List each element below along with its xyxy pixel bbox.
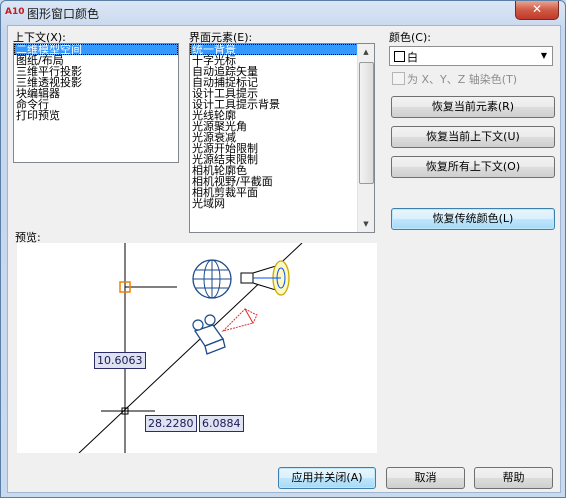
dialog-body: 上下文(X): 二维模型空间 图纸/布局 三维平行投影 三维透视投影 块编辑器 命令行 打印…	[7, 25, 561, 493]
close-button[interactable]: ✕	[515, 1, 559, 20]
globe-light-icon	[192, 259, 232, 299]
dialog-window: A10 图形窗口颜色 ✕ 上下文(X): 二维模型空间 图纸/布局 三维平行投影 三维…	[0, 0, 566, 498]
restore-classic-colors-button[interactable]: 恢复传统颜色(L)	[391, 208, 555, 230]
context-listbox[interactable]: 二维模型空间 图纸/布局 三维平行投影 三维透视投影 块编辑器 命令行 打印预览	[13, 43, 179, 163]
restore-current-context-button[interactable]: 恢复当前上下文(U)	[391, 126, 555, 148]
help-button[interactable]: 帮助	[474, 467, 553, 489]
interface-elements-listbox[interactable]: 统一背景 十字光标 自动追踪矢量 自动捕捉标记 设计工具提示 设计工具提示背景 光线轮廓 光源…	[189, 43, 375, 233]
scroll-thumb[interactable]	[359, 62, 374, 184]
spotlight-icon	[240, 260, 290, 296]
vertical-scrollbar[interactable]: ▲ ▼	[357, 44, 374, 232]
tint-axes-checkbox[interactable]	[392, 72, 405, 85]
dimension-input-2: 28.2280	[145, 415, 197, 432]
element-list-item[interactable]: 光域网	[190, 198, 374, 209]
color-swatch	[394, 51, 405, 62]
context-list-item[interactable]: 打印预览	[14, 110, 178, 121]
dimension-input-1: 10.6063	[94, 352, 146, 369]
tint-axes-label: 为 X、Y、Z 轴染色(T)	[407, 73, 518, 86]
color-dropdown[interactable]: 白 ▼	[389, 46, 553, 66]
scroll-down-icon[interactable]: ▼	[358, 216, 374, 232]
scroll-up-icon[interactable]: ▲	[358, 44, 374, 60]
apply-and-close-button[interactable]: 应用并关闭(A)	[278, 467, 376, 489]
restore-current-element-button[interactable]: 恢复当前元素(R)	[391, 96, 555, 118]
chevron-down-icon[interactable]: ▼	[536, 47, 552, 65]
preview-drawing	[78, 242, 303, 454]
color-value: 白	[407, 51, 418, 64]
cancel-button[interactable]: 取消	[386, 467, 465, 489]
window-title: 图形窗口颜色	[27, 7, 100, 21]
autocad-app-icon: A10	[5, 7, 25, 17]
color-label: 颜色(C):	[389, 31, 431, 44]
restore-all-contexts-button[interactable]: 恢复所有上下文(O)	[391, 156, 555, 178]
dimension-input-3: 6.0884	[199, 415, 244, 432]
preview-canvas: 10.6063 28.2280 6.0884	[17, 242, 377, 454]
title-bar[interactable]: A10 图形窗口颜色 ✕	[1, 1, 565, 25]
